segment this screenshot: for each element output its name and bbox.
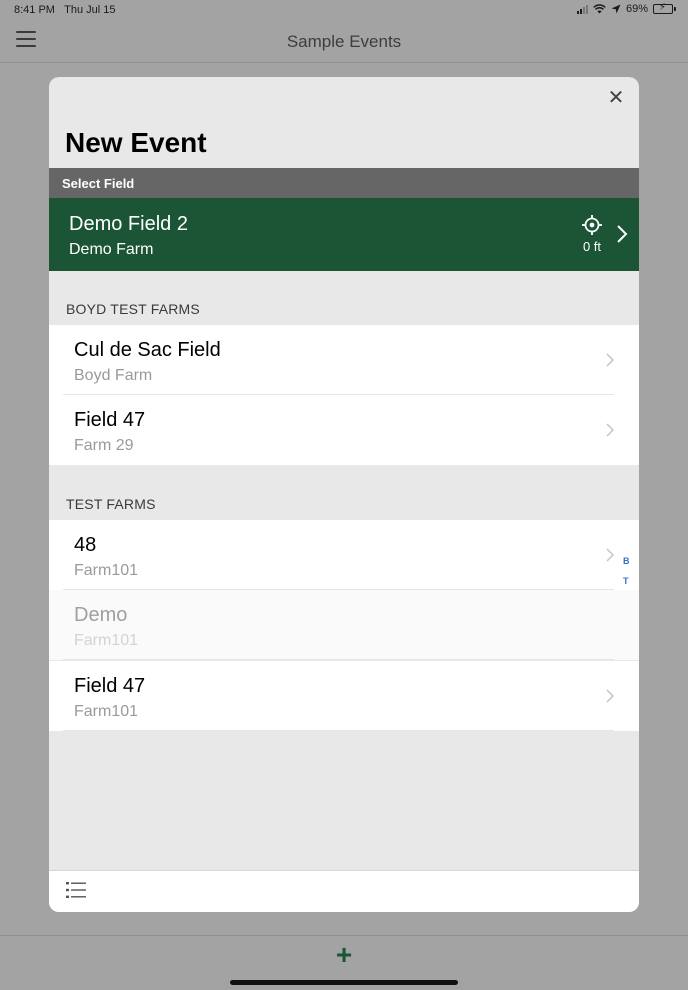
cellular-signal-icon xyxy=(576,4,588,14)
modal-title: New Event xyxy=(65,127,207,158)
selected-field-row[interactable]: Demo Field 2 Demo Farm 0 ft xyxy=(49,198,639,271)
farm-name: Farm101 xyxy=(74,632,139,649)
row-divider xyxy=(63,659,614,660)
field-name: 48 xyxy=(74,534,97,556)
selected-field-distance: 0 ft xyxy=(582,239,602,254)
list-icon[interactable] xyxy=(66,881,86,899)
field-name: Cul de Sac Field xyxy=(74,339,221,361)
farm-name: Boyd Farm xyxy=(74,367,153,384)
row-divider xyxy=(63,730,614,731)
nav-bar: Sample Events xyxy=(0,22,688,63)
list-item[interactable]: Field 47 Farm101 xyxy=(49,661,639,731)
new-event-modal: ✕ New Event Select Field Demo Field 2 De… xyxy=(49,77,639,912)
field-name: Demo xyxy=(74,604,128,626)
list-item[interactable]: Field 47 Farm 29 xyxy=(49,395,639,465)
list-item-disabled: Demo Farm101 xyxy=(49,590,639,660)
status-indicators: 69% ⚡ xyxy=(576,2,676,15)
section-header-select-field: Select Field xyxy=(49,168,639,198)
chevron-right-icon xyxy=(606,689,614,703)
section-index-b[interactable]: B xyxy=(623,556,630,566)
location-target-icon[interactable] xyxy=(582,215,602,235)
selected-field-farm: Demo Farm xyxy=(69,241,154,258)
list-item[interactable]: Cul de Sac Field Boyd Farm xyxy=(49,325,639,395)
close-icon[interactable]: ✕ xyxy=(605,87,627,109)
modal-toolbar xyxy=(49,870,639,912)
farm-name: Farm 29 xyxy=(74,437,134,454)
wifi-icon xyxy=(593,4,606,14)
group-header-test-farms: TEST FARMS xyxy=(66,496,156,512)
chevron-right-icon xyxy=(606,353,614,367)
home-indicator xyxy=(230,980,458,985)
status-time: 8:41 PM Thu Jul 15 xyxy=(14,4,116,16)
status-bar: 8:41 PM Thu Jul 15 69% ⚡ xyxy=(0,0,688,22)
farm-name: Farm101 xyxy=(74,562,139,579)
battery-percent: 69% xyxy=(625,3,648,15)
chevron-right-icon xyxy=(606,423,614,437)
section-index-t[interactable]: T xyxy=(623,576,629,586)
nav-title: Sample Events xyxy=(286,32,402,51)
list-item[interactable]: 48 Farm101 xyxy=(49,520,639,590)
selected-field-name: Demo Field 2 xyxy=(69,213,188,235)
chevron-right-icon xyxy=(606,548,614,562)
farm-name: Farm101 xyxy=(74,703,139,720)
field-name: Field 47 xyxy=(74,409,146,431)
field-name: Field 47 xyxy=(74,675,146,697)
chevron-right-icon xyxy=(617,225,628,243)
location-arrow-icon xyxy=(611,4,621,14)
battery-icon: ⚡ xyxy=(653,2,676,14)
bottom-bar: + xyxy=(0,935,688,990)
add-event-button[interactable]: + xyxy=(333,941,355,969)
group-header-boyd-test-farms: BOYD TEST FARMS xyxy=(66,301,200,317)
